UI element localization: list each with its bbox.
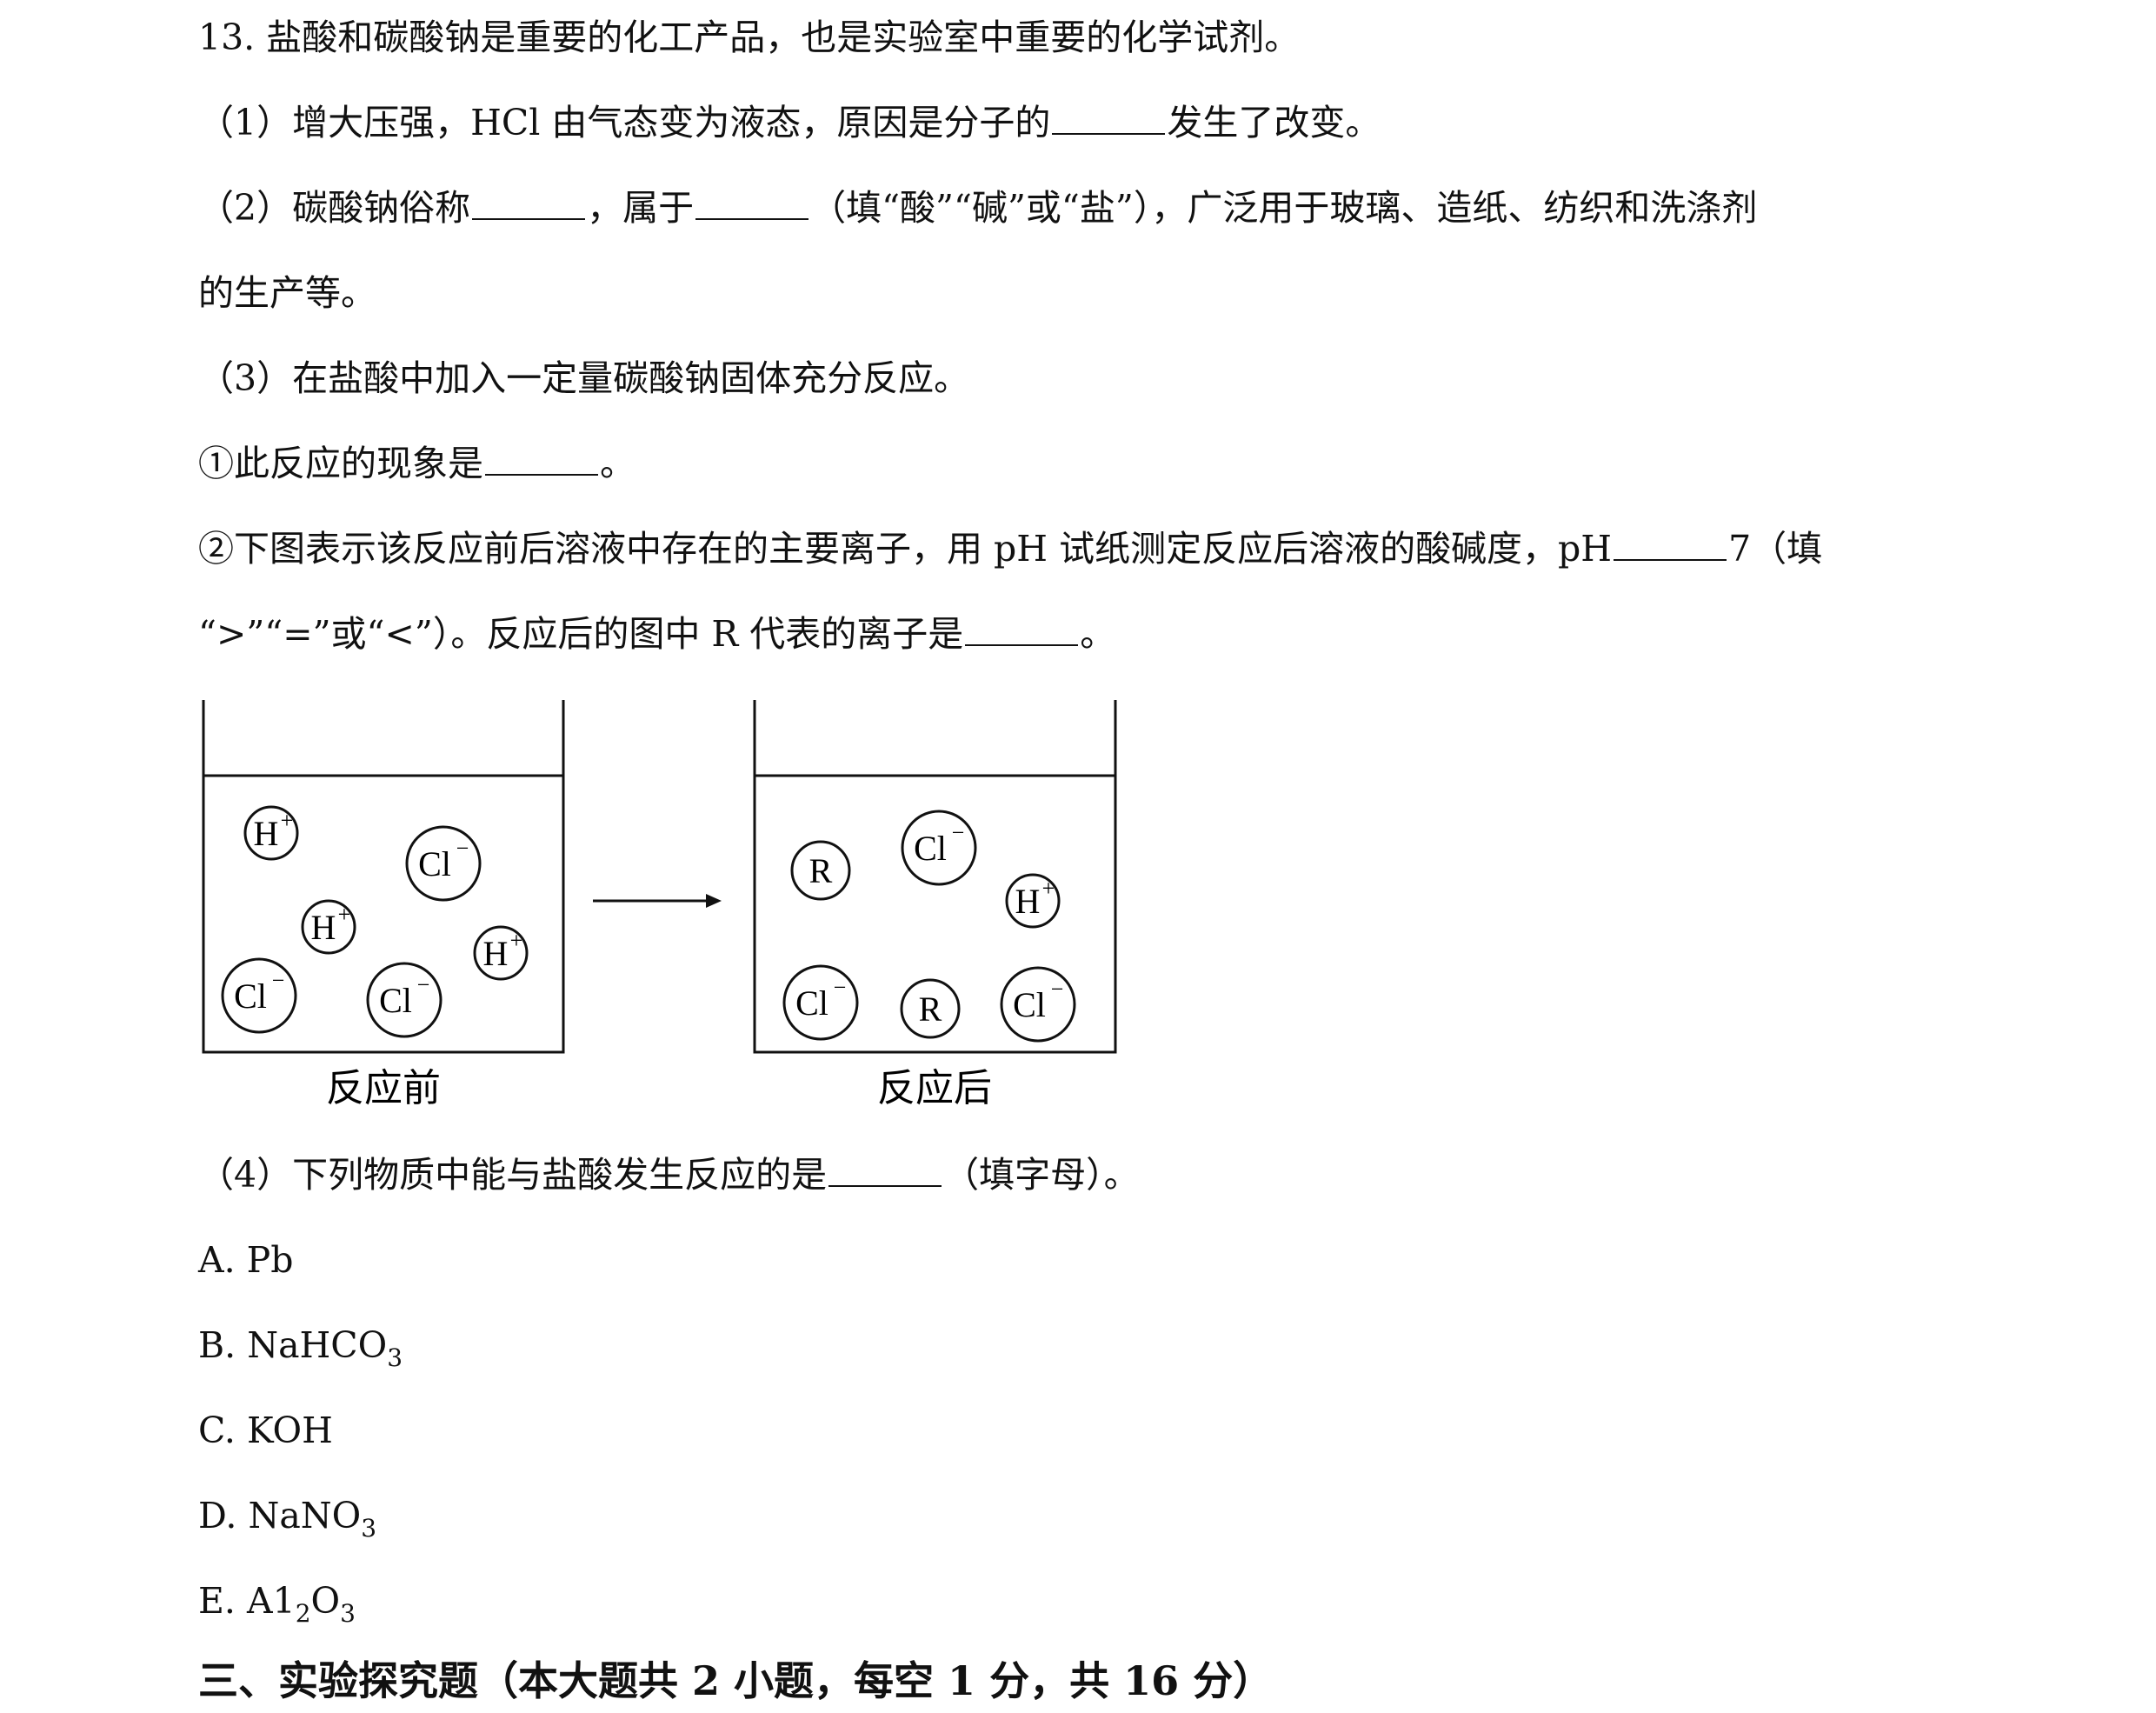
svg-text:H: H (483, 934, 509, 973)
svg-text:R: R (919, 990, 942, 1029)
svg-text:Cl: Cl (418, 844, 451, 883)
svg-text:−: − (952, 820, 965, 845)
svg-text:Cl: Cl (379, 981, 412, 1020)
ion-cl-minus: Cl − (1000, 966, 1076, 1043)
option-e: E. A12O3 (198, 1579, 356, 1628)
svg-text:+: + (281, 808, 294, 833)
label-before: 反应前 (326, 1067, 441, 1110)
svg-text:−: − (834, 975, 847, 1000)
svg-text:−: − (272, 968, 285, 993)
svg-text:H: H (1015, 882, 1041, 921)
svg-text:Cl: Cl (914, 829, 947, 868)
option-a: A. Pb (198, 1239, 294, 1281)
option-b: B. NaHCO3 (198, 1323, 403, 1372)
option-d: D. NaNO3 (198, 1494, 377, 1543)
option-e-text: E. A1 (198, 1580, 296, 1622)
ion-h-plus: H + (301, 899, 356, 955)
ion-cl-minus: Cl − (405, 825, 482, 902)
ion-r: R (790, 840, 851, 901)
option-d-text: D. NaNO (198, 1495, 362, 1536)
svg-text:+: + (510, 928, 523, 953)
ion-cl-minus: Cl − (901, 810, 977, 886)
option-e-mid: O (310, 1580, 341, 1622)
svg-text:H: H (254, 814, 279, 853)
svg-text:Cl: Cl (234, 976, 267, 1016)
reaction-arrow (593, 894, 722, 908)
svg-text:Cl: Cl (1013, 985, 1046, 1024)
svg-text:−: − (417, 972, 430, 997)
q4-suffix: （填字母）。 (943, 1154, 1140, 1196)
reaction-diagram: H + Cl − H + H + Cl − Cl − R Cl − H + Cl… (202, 700, 1117, 1110)
label-after: 反应后 (877, 1067, 992, 1110)
ion-r: R (900, 978, 961, 1039)
svg-text:+: + (338, 902, 351, 927)
option-c: C. KOH (198, 1410, 333, 1451)
svg-text:H: H (311, 908, 336, 947)
q4-blank[interactable] (828, 1156, 942, 1187)
svg-text:+: + (1042, 876, 1055, 901)
q4-line: （4）下列物质中能与盐酸发生反应的是 （填字母）。 (198, 1153, 1140, 1196)
svg-text:Cl: Cl (795, 983, 828, 1023)
ion-h-plus: H + (473, 925, 529, 981)
svg-text:−: − (456, 836, 469, 861)
svg-text:−: − (1051, 976, 1064, 1002)
ion-cl-minus: Cl − (221, 957, 297, 1034)
ion-cl-minus: Cl − (366, 962, 443, 1038)
ion-h-plus: H + (243, 805, 299, 861)
option-e-subscript-2: 3 (340, 1599, 356, 1628)
option-b-subscript: 3 (387, 1343, 403, 1372)
option-e-subscript-1: 2 (295, 1599, 311, 1628)
svg-text:R: R (809, 851, 833, 890)
ion-cl-minus: Cl − (782, 964, 859, 1041)
ion-h-plus: H + (1005, 873, 1061, 929)
q4-prefix: （4）下列物质中能与盐酸发生反应的是 (198, 1154, 828, 1196)
option-d-subscript: 3 (361, 1514, 377, 1543)
option-b-text: B. NaHCO (198, 1324, 388, 1366)
section-heading: 三、实验探究题（本大题共 2 小题，每空 1 分，共 16 分） (198, 1657, 1274, 1704)
